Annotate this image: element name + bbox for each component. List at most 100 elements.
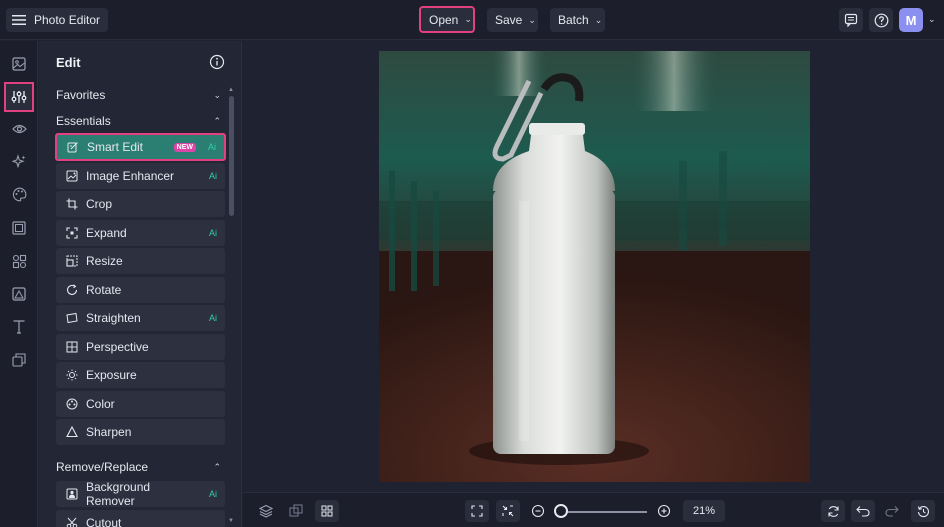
chevron-down-icon[interactable]: ⌄ (928, 14, 936, 25)
text-icon (12, 319, 26, 335)
graphics-icon (12, 254, 27, 269)
sparkle-effects-icon (11, 153, 27, 169)
shrink-icon (502, 505, 514, 517)
section-favorites-label: Favorites (56, 88, 106, 102)
new-badge: NEW (173, 142, 196, 152)
open-menu-button[interactable]: Open ⌄ (419, 6, 475, 33)
layers-button[interactable] (255, 500, 277, 522)
tool-label: Resize (86, 254, 123, 268)
tool-resize[interactable]: Resize (56, 248, 225, 274)
tool-crop[interactable]: Crop (56, 191, 225, 217)
tool-label: Cutout (86, 516, 122, 527)
grid-view-button[interactable] (315, 500, 339, 522)
feedback-button[interactable] (839, 8, 863, 32)
expand-icon (66, 227, 78, 239)
chevron-up-icon: ⌃ (213, 115, 221, 126)
tool-cutout[interactable]: Cutout (56, 510, 225, 527)
canvas-area (243, 41, 944, 492)
section-favorites[interactable]: Favorites ⌄ (56, 85, 221, 105)
batch-menu-button[interactable]: Batch ⌄ (550, 8, 605, 32)
image-enhancer-icon (66, 170, 78, 182)
open-label: Open (429, 12, 459, 27)
adjust-sliders-icon (11, 89, 27, 105)
actual-size-button[interactable] (496, 500, 520, 522)
history-icon (917, 505, 930, 518)
resize-icon (66, 255, 78, 267)
tool-expand[interactable]: Expand Ai (56, 220, 225, 246)
refresh-button[interactable] (821, 500, 845, 522)
section-essentials[interactable]: Essentials ⌃ (56, 111, 221, 131)
zoom-out-button[interactable] (527, 500, 549, 522)
help-button[interactable] (869, 8, 893, 32)
panel-scrollbar[interactable] (229, 96, 234, 216)
layers-stack-icon (12, 353, 26, 367)
zoom-slider-track[interactable] (561, 511, 647, 513)
tool-rotate[interactable]: Rotate (56, 277, 225, 303)
section-essentials-label: Essentials (56, 114, 111, 128)
ai-label: Ai (208, 313, 217, 323)
tool-label: Image Enhancer (86, 169, 175, 183)
undo-button[interactable] (851, 500, 875, 522)
tool-label: Background Remover (86, 480, 151, 508)
tool-straighten[interactable]: Straighten Ai (56, 305, 225, 331)
rail-preview-button[interactable] (6, 116, 32, 142)
redo-button[interactable] (881, 500, 903, 522)
rail-frames-button[interactable] (6, 215, 32, 241)
undo-icon (856, 505, 870, 517)
background-remover-icon (66, 488, 78, 500)
bottom-toolbar: 21% (243, 492, 944, 527)
scroll-down-arrow[interactable]: ▼ (228, 518, 234, 524)
zoom-in-button[interactable] (653, 500, 675, 522)
save-menu-button[interactable]: Save ⌄ (487, 8, 538, 32)
section-remove-replace-label: Remove/Replace (56, 460, 149, 474)
rail-overlay-button[interactable] (6, 281, 32, 307)
straighten-icon (66, 312, 78, 324)
zoom-level[interactable]: 21% (683, 500, 725, 522)
chevron-down-icon: ⌄ (594, 14, 603, 25)
layers-icon (259, 504, 273, 518)
overlay-icon (12, 287, 26, 301)
tool-category-rail (0, 41, 38, 527)
scroll-up-arrow[interactable]: ▲ (228, 87, 234, 93)
rail-layers-button[interactable] (6, 347, 32, 373)
smart-edit-icon (67, 141, 79, 153)
bottle-photo (379, 51, 810, 482)
color-wheel-icon (66, 398, 78, 410)
fit-screen-button[interactable] (465, 500, 489, 522)
rail-text-button[interactable] (6, 314, 32, 340)
compare-button[interactable] (285, 500, 307, 522)
eye-icon (11, 123, 27, 135)
app-title: Photo Editor (34, 13, 101, 27)
tool-exposure[interactable]: Exposure (56, 362, 225, 388)
zoom-slider-handle[interactable] (554, 504, 568, 518)
ai-label: Ai (208, 489, 217, 499)
tool-background-remover[interactable]: Background Remover Ai (56, 480, 225, 508)
chevron-up-icon: ⌃ (213, 461, 221, 472)
history-button[interactable] (911, 500, 935, 522)
save-label: Save (495, 13, 523, 27)
zoom-out-icon (531, 504, 545, 518)
chevron-down-icon: ⌄ (213, 89, 221, 100)
edit-panel: Edit Favorites ⌄ Essentials ⌃ Smart Edit… (39, 41, 242, 527)
panel-title: Edit (56, 55, 81, 70)
info-icon[interactable] (209, 54, 225, 70)
tool-smart-edit[interactable]: Smart Edit NEW Ai (55, 133, 226, 161)
tool-label: Color (86, 397, 115, 411)
rail-image-button[interactable] (6, 51, 32, 77)
rail-effects-button[interactable] (6, 148, 32, 174)
tool-label: Smart Edit (87, 140, 144, 154)
tool-image-enhancer[interactable]: Image Enhancer Ai (56, 163, 225, 189)
rail-artsy-button[interactable] (6, 181, 32, 207)
rail-graphics-button[interactable] (6, 248, 32, 274)
tool-sharpen[interactable]: Sharpen (56, 419, 225, 445)
tool-color[interactable]: Color (56, 391, 225, 417)
tool-perspective[interactable]: Perspective (56, 334, 225, 360)
palette-icon (12, 187, 27, 202)
user-avatar[interactable]: M (899, 8, 923, 32)
photo-canvas[interactable] (379, 51, 810, 482)
rail-edit-button[interactable] (4, 82, 34, 112)
ai-label: Ai (207, 142, 216, 152)
tool-label: Rotate (86, 283, 122, 297)
app-menu-button[interactable]: Photo Editor (6, 8, 109, 32)
section-remove-replace[interactable]: Remove/Replace ⌃ (56, 457, 221, 477)
